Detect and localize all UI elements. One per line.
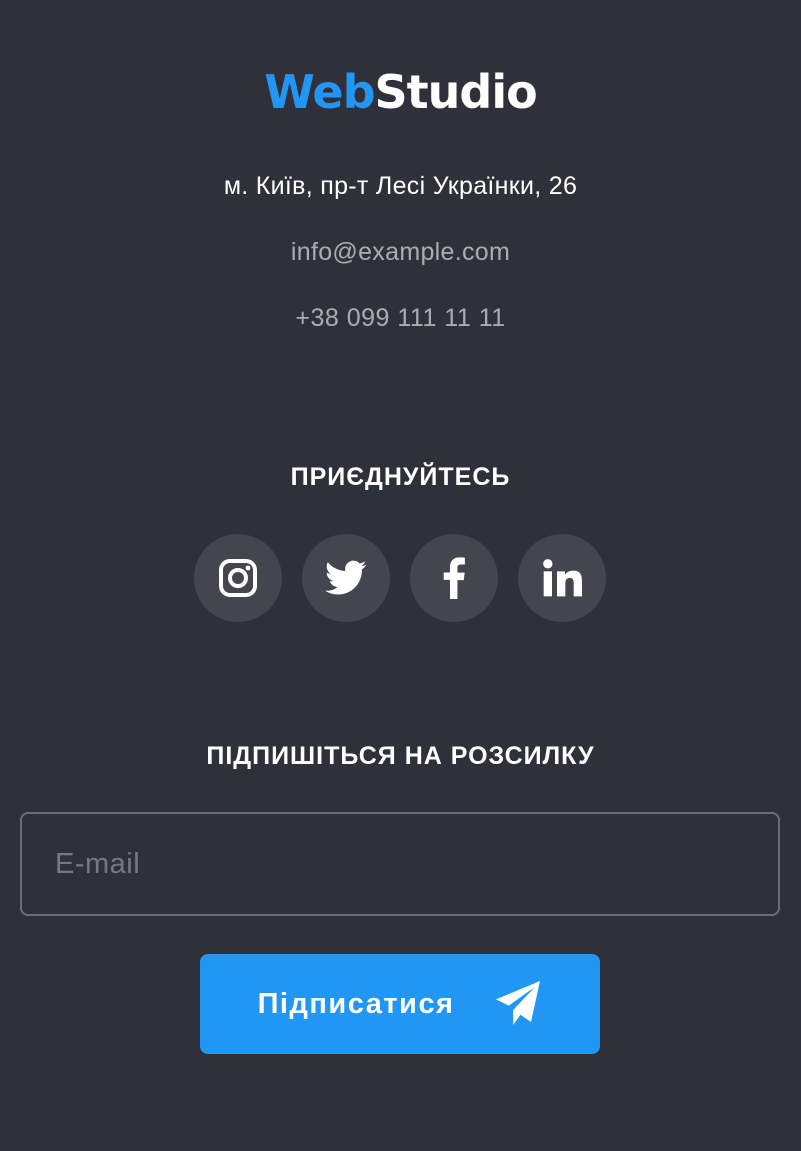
twitter-link[interactable]	[302, 534, 390, 622]
footer: WebStudio м. Київ, пр-т Лесі Українки, 2…	[0, 0, 801, 1151]
linkedin-icon	[542, 558, 582, 598]
instagram-link[interactable]	[194, 534, 282, 622]
facebook-icon	[442, 557, 466, 599]
email-link[interactable]: info@example.com	[0, 236, 801, 268]
twitter-icon	[325, 560, 367, 596]
linkedin-link[interactable]	[518, 534, 606, 622]
instagram-icon	[218, 558, 258, 598]
subscribe-button-label: Підписатися	[257, 987, 455, 1020]
email-input[interactable]	[20, 812, 780, 916]
social-links	[194, 534, 606, 622]
facebook-link[interactable]	[410, 534, 498, 622]
logo[interactable]: WebStudio	[0, 62, 801, 122]
subscribe-button[interactable]: Підписатися	[200, 954, 600, 1054]
subscribe-title: ПІДПИШІТЬСЯ НА РОЗСИЛКУ	[206, 742, 595, 770]
join-title: ПРИЄДНУЙТЕСЬ	[290, 463, 511, 491]
address: м. Київ, пр-т Лесі Українки, 26	[223, 172, 578, 200]
logo-web: Web	[264, 65, 375, 119]
paper-plane-icon	[494, 979, 542, 1030]
logo-studio: Studio	[374, 65, 538, 119]
phone-link[interactable]: +38 099 111 11 11	[0, 302, 801, 334]
